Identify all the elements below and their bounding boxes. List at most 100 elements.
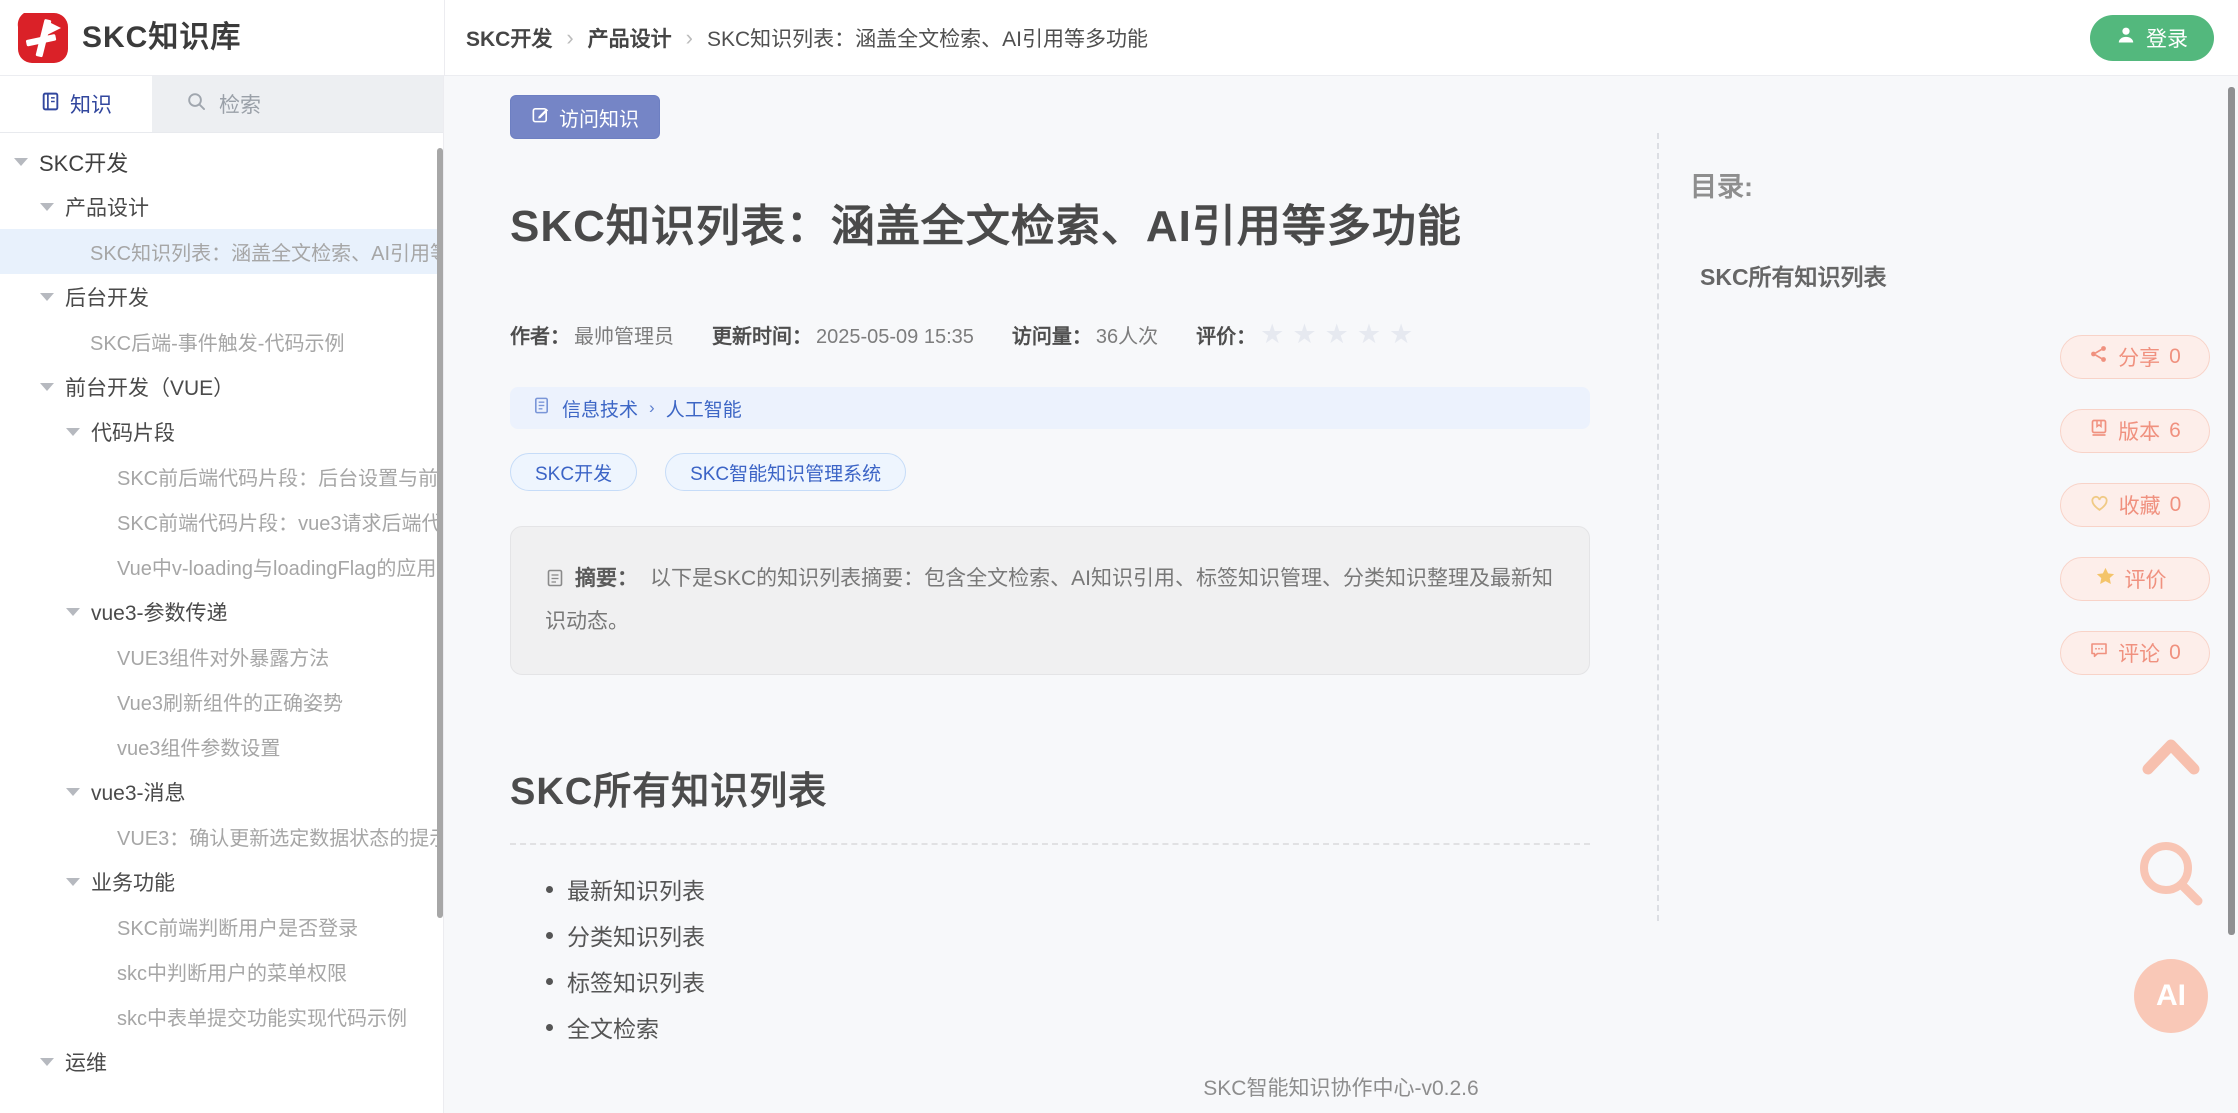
tree-item[interactable]: SKC前端代码片段：vue3请求后端代... (0, 499, 443, 544)
list-item: 标签知识列表 (546, 958, 705, 1004)
heart-icon (2089, 492, 2110, 519)
list-item: 分类知识列表 (546, 912, 705, 958)
star-icon: ★ (1325, 321, 1349, 348)
login-label: 登录 (2146, 23, 2188, 53)
toc-heading: 目录: (1690, 165, 1753, 204)
category-part[interactable]: 人工智能 (666, 395, 742, 422)
comment-button[interactable]: 评论0 (2060, 631, 2210, 675)
ai-assistant-button[interactable]: AI (2134, 959, 2208, 1033)
meta-updated: 更新时间：2025-05-09 15:35 (712, 320, 974, 349)
star-icon: ★ (1260, 321, 1284, 348)
toc-item[interactable]: SKC所有知识列表 (1700, 258, 1887, 292)
category-path[interactable]: 信息技术 › 人工智能 (510, 387, 1590, 429)
tree-item[interactable]: SKC开发 (0, 139, 443, 184)
meta-rating: 评价： ★ ★ ★ ★ ★ (1196, 320, 1413, 349)
bullet-icon (546, 886, 553, 893)
header-divider (444, 0, 445, 76)
tree-item[interactable]: Vue中v-loading与loadingFlag的应用 (0, 544, 443, 589)
section-divider (510, 843, 1590, 845)
breadcrumb-item[interactable]: SKC开发 (466, 23, 552, 53)
tree-item[interactable]: vue3组件参数设置 (0, 724, 443, 769)
caret-down-icon (14, 158, 28, 166)
search-icon (2134, 900, 2208, 915)
list-item: 最新知识列表 (546, 866, 705, 912)
tag[interactable]: SKC开发 (510, 453, 637, 491)
article-meta: 作者：最帅管理员 更新时间：2025-05-09 15:35 访问量：36人次 … (510, 320, 1413, 349)
header: SKC知识库 SKC开发 › 产品设计 › SKC知识列表：涵盖全文检索、AI引… (0, 0, 2238, 76)
versions-button[interactable]: 版本6 (2060, 409, 2210, 453)
tree-item[interactable]: SKC前后端代码片段：后台设置与前... (0, 454, 443, 499)
knowledge-tree: SKC开发 产品设计 SKC知识列表：涵盖全文检索、AI引用等... 后台开发 … (0, 133, 443, 1084)
search-float-button[interactable] (2134, 838, 2208, 915)
chevron-right-icon: › (649, 398, 655, 418)
breadcrumb-item[interactable]: 产品设计 (588, 23, 672, 53)
tab-knowledge[interactable]: 知识 (0, 76, 152, 132)
app-root: SKC知识库 SKC开发 › 产品设计 › SKC知识列表：涵盖全文检索、AI引… (0, 0, 2238, 1113)
caret-down-icon (40, 203, 54, 211)
tree-item[interactable]: 业务功能 (0, 859, 443, 904)
floating-toolbar: AI (2128, 735, 2214, 1033)
sidebar-scrollbar[interactable] (437, 148, 443, 918)
tag[interactable]: SKC智能知识管理系统 (665, 453, 906, 491)
bullet-icon (546, 1024, 553, 1031)
tree-item[interactable]: skc中表单提交功能实现代码示例 (0, 994, 443, 1039)
ai-label: AI (2156, 979, 2186, 1013)
tree-item[interactable]: 运维 (0, 1039, 443, 1084)
main-scrollbar[interactable] (2228, 87, 2235, 935)
tree-item-selected[interactable]: SKC知识列表：涵盖全文检索、AI引用等... (0, 229, 443, 274)
star-icon (2095, 566, 2116, 593)
meta-views: 访问量：36人次 (1012, 320, 1158, 349)
edit-icon (531, 105, 550, 130)
tree-item[interactable]: 产品设计 (0, 184, 443, 229)
tree-item[interactable]: VUE3：确认更新选定数据状态的提示框 (0, 814, 443, 859)
chevron-up-icon (2140, 765, 2202, 780)
breadcrumb: SKC开发 › 产品设计 › SKC知识列表：涵盖全文检索、AI引用等多功能 (466, 0, 1148, 76)
tree-item[interactable]: 代码片段 (0, 409, 443, 454)
tree-item[interactable]: SKC后端-事件触发-代码示例 (0, 319, 443, 364)
star-icon: ★ (1292, 321, 1316, 348)
share-icon (2089, 344, 2109, 370)
chevron-right-icon: › (686, 25, 693, 51)
summary-text: 以下是SKC的知识列表摘要：包含全文检索、AI知识引用、标签知识管理、分类知识整… (545, 567, 1553, 633)
summary-label: 摘要： (575, 567, 638, 590)
tree-item[interactable]: skc中判断用户的菜单权限 (0, 949, 443, 994)
summary-box: 摘要：以下是SKC的知识列表摘要：包含全文检索、AI知识引用、标签知识管理、分类… (510, 526, 1590, 675)
bullet-icon (546, 978, 553, 985)
rate-button[interactable]: 评价 (2060, 557, 2210, 601)
category-part[interactable]: 信息技术 (562, 395, 638, 422)
comment-icon (2089, 640, 2109, 666)
star-icon: ★ (1357, 321, 1381, 348)
tab-knowledge-label: 知识 (70, 89, 112, 119)
user-icon (2116, 25, 2136, 51)
caret-down-icon (40, 1058, 54, 1066)
back-to-top-button[interactable] (2140, 735, 2202, 780)
tree-item[interactable]: Vue3刷新组件的正确姿势 (0, 679, 443, 724)
rating-stars: ★ ★ ★ ★ ★ (1260, 321, 1413, 348)
article-actions: 分享0 版本6 收藏0 评价 评论0 (2060, 335, 2210, 675)
section-heading: SKC所有知识列表 (510, 760, 827, 815)
share-button[interactable]: 分享0 (2060, 335, 2210, 379)
breadcrumb-item-current: SKC知识列表：涵盖全文检索、AI引用等多功能 (707, 23, 1148, 53)
toc-divider (1657, 133, 1659, 921)
tags-row: SKC开发 SKC智能知识管理系统 (510, 453, 906, 491)
tree-item[interactable]: VUE3组件对外暴露方法 (0, 634, 443, 679)
caret-down-icon (66, 788, 80, 796)
tree-item[interactable]: 前台开发（VUE） (0, 364, 443, 409)
chevron-right-icon: › (566, 25, 573, 51)
footer-version: SKC智能知识协作中心-v0.2.6 (444, 1072, 2238, 1102)
login-button[interactable]: 登录 (2090, 15, 2214, 61)
visit-knowledge-label: 访问知识 (559, 103, 639, 132)
search-icon (186, 91, 207, 118)
tree-item[interactable]: vue3-消息 (0, 769, 443, 814)
visit-knowledge-button[interactable]: 访问知识 (510, 95, 660, 139)
tree-item[interactable]: SKC前端判断用户是否登录 (0, 904, 443, 949)
tree-item[interactable]: vue3-参数传递 (0, 589, 443, 634)
tab-search[interactable]: 检索 (152, 76, 443, 132)
meta-author: 作者：最帅管理员 (510, 320, 674, 349)
tree-item[interactable]: 后台开发 (0, 274, 443, 319)
list-item: 全文检索 (546, 1004, 705, 1050)
document-icon (545, 562, 565, 602)
favorite-button[interactable]: 收藏0 (2060, 483, 2210, 527)
caret-down-icon (66, 428, 80, 436)
app-title: SKC知识库 (82, 0, 241, 76)
